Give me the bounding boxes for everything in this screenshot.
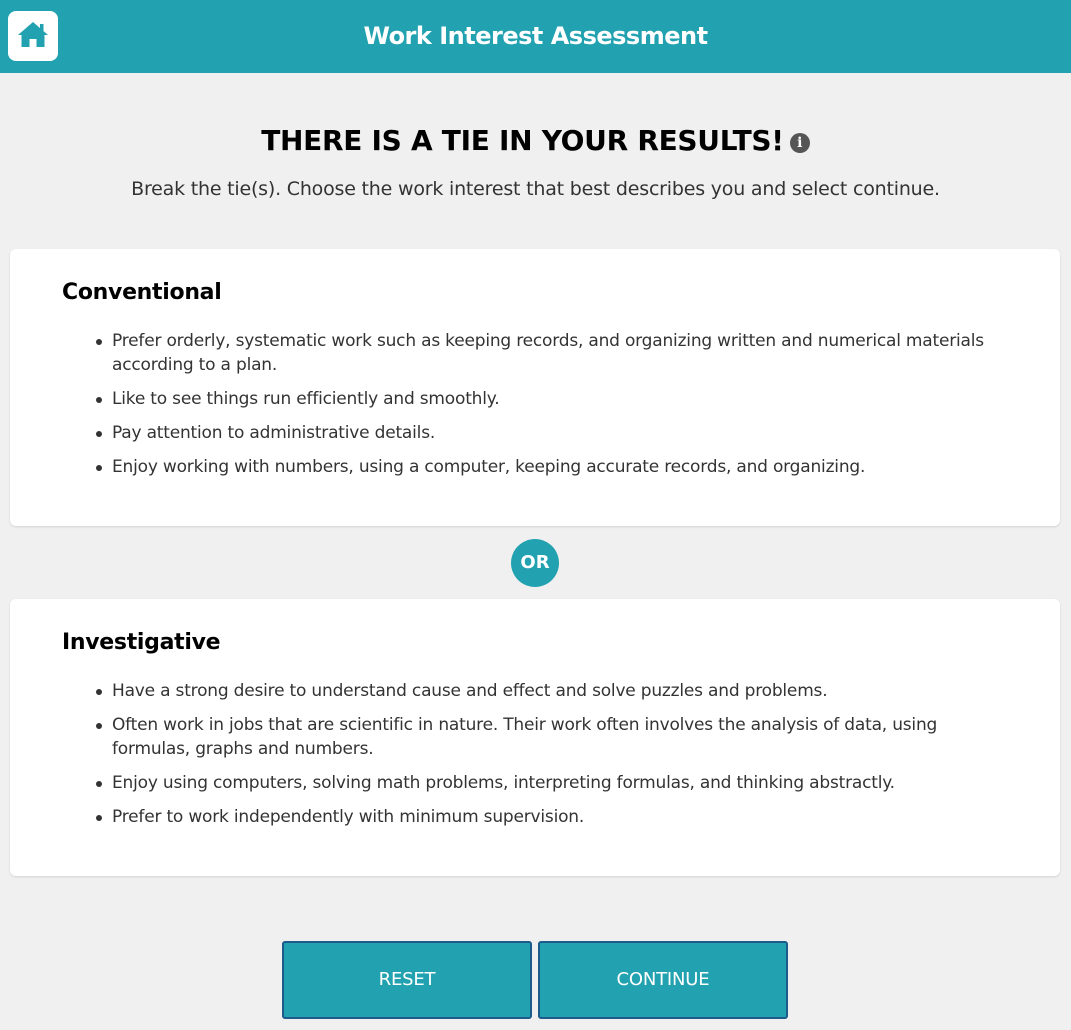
list-item: Like to see things run efficiently and s… <box>96 387 1016 411</box>
list-item: Enjoy using computers, solving math prob… <box>96 771 1016 795</box>
list-item: Prefer to work independently with minimu… <box>96 805 1016 829</box>
continue-button[interactable]: CONTINUE <box>538 941 788 1019</box>
home-icon <box>17 20 49 52</box>
home-button[interactable] <box>8 11 58 61</box>
heading-row: THERE IS A TIE IN YOUR RESULTS! i <box>0 124 1071 157</box>
option-card-conventional[interactable]: Conventional Prefer orderly, systematic … <box>10 249 1060 526</box>
or-separator-badge: OR <box>511 539 559 587</box>
instructions-text: Break the tie(s). Choose the work intere… <box>131 178 940 200</box>
info-icon[interactable]: i <box>789 132 810 153</box>
list-item: Have a strong desire to understand cause… <box>96 679 1016 703</box>
option-title: Investigative <box>62 630 221 655</box>
list-item: Often work in jobs that are scientific i… <box>96 713 1016 761</box>
app-title: Work Interest Assessment <box>363 22 708 50</box>
list-item: Pay attention to administrative details. <box>96 421 1016 445</box>
option-title: Conventional <box>62 280 222 305</box>
reset-button[interactable]: RESET <box>282 941 532 1019</box>
list-item: Enjoy working with numbers, using a comp… <box>96 455 1016 479</box>
top-bar: Work Interest Assessment <box>0 0 1071 73</box>
page-heading: THERE IS A TIE IN YOUR RESULTS! <box>261 124 784 157</box>
list-item: Prefer orderly, systematic work such as … <box>96 329 1016 377</box>
option-bullet-list: Prefer orderly, systematic work such as … <box>96 329 1016 489</box>
option-card-investigative[interactable]: Investigative Have a strong desire to un… <box>10 599 1060 876</box>
option-bullet-list: Have a strong desire to understand cause… <box>96 679 1016 839</box>
